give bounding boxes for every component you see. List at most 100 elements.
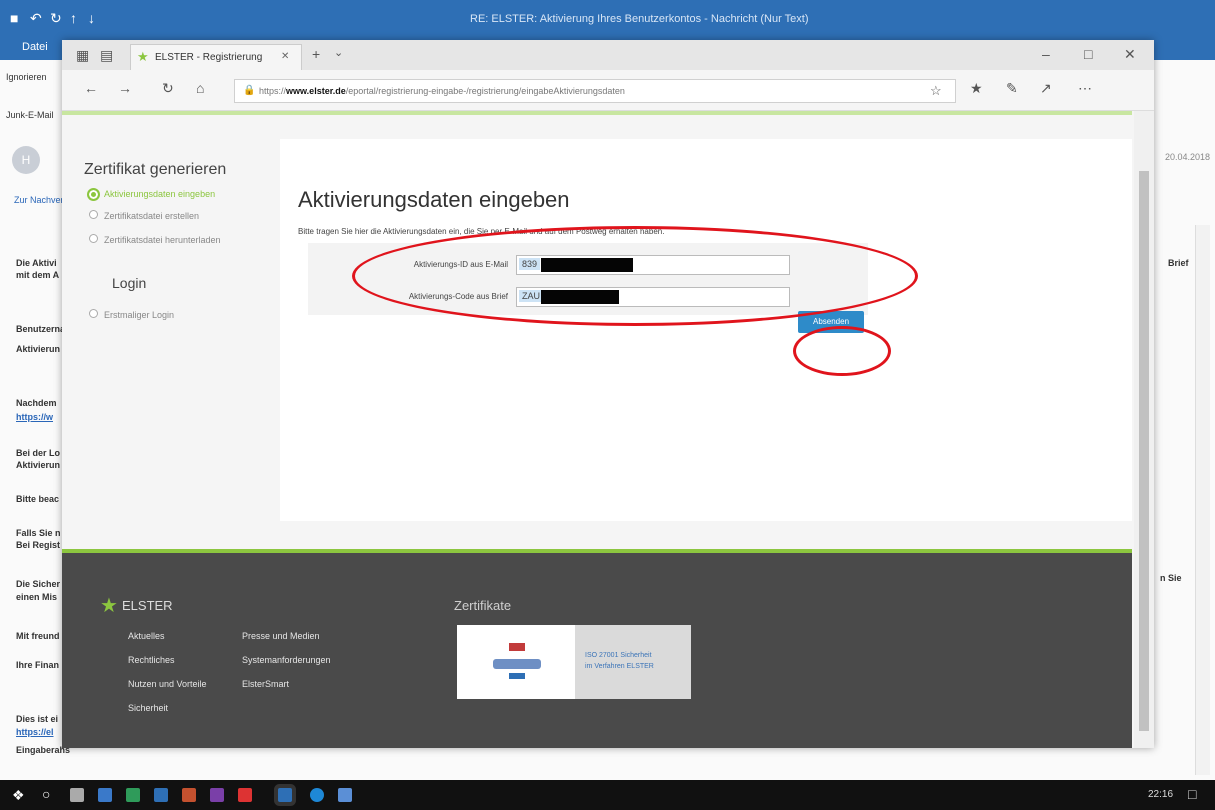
search-icon[interactable]: ○ [42,786,50,802]
excel-icon[interactable] [126,788,140,802]
tab-title: ELSTER - Registrierung [155,52,263,63]
body-text-line: mit dem A [16,270,60,280]
highlight-ellipse-fields [352,226,918,326]
file-tab[interactable]: Datei [22,41,48,53]
edge-icon[interactable] [310,788,324,802]
maximize-icon[interactable]: □ [1084,46,1092,62]
refresh-icon[interactable]: ↻ [50,10,62,27]
body-text-line: Bei Regist [16,540,61,550]
progress-nav: Zertifikat generieren Aktivierungsdaten … [72,131,282,431]
body-text-line: Ihre Finan [16,660,60,670]
tab-elster[interactable]: ★ ELSTER - Registrierung ✕ [130,44,302,71]
notes-icon[interactable]: ✎ [1006,80,1018,97]
undo-icon[interactable]: ↶ [30,10,42,27]
app-icon[interactable] [338,788,352,802]
certificates-title: Zertifikate [454,598,512,613]
notifications-icon[interactable]: □ [1188,786,1196,802]
close-window-icon[interactable]: ✕ [1124,46,1136,63]
minimize-icon[interactable]: – [1042,46,1050,62]
step-active-icon [87,188,100,201]
powerpoint-icon[interactable] [182,788,196,802]
tabs-aside-icon[interactable]: ▦ [76,47,89,64]
lock-icon: 🔒 [243,85,256,96]
windows-start-icon[interactable]: ❖ [12,787,25,804]
body-text-line: Bei der Lo [16,448,61,458]
url-field[interactable]: 🔒 https://www.elster.de/eportal/registri… [234,79,956,103]
ignore-button[interactable]: Ignorieren [6,72,47,82]
footer-link[interactable]: ElsterSmart [242,679,289,689]
footer-link[interactable]: Presse und Medien [242,631,320,641]
down-icon[interactable]: ↓ [88,10,95,26]
show-tabs-icon[interactable]: ▤ [100,47,113,64]
footer-link[interactable]: Sicherheit [128,703,168,713]
outlook-titlebar: ■ ↶ ↻ ↑ ↓ RE: ELSTER: Aktivierung Ihres … [0,0,1215,40]
nav-step-login: Erstmaliger Login [104,310,175,320]
body-text-line: Mit freund [16,631,60,641]
highlight-ellipse-button [793,326,891,376]
body-text-line: Benutzerna [16,324,66,334]
step-icon [89,210,98,219]
message-date: 20.04.2018 [1165,152,1211,162]
taskbar: ❖ ○ 22:16 □ [0,780,1215,810]
onenote-icon[interactable] [210,788,224,802]
footer: ★ ELSTER Aktuelles Rechtliches Nutzen un… [62,549,1132,748]
outlook-icon[interactable] [278,788,292,802]
body-text-line[interactable]: https://w [16,412,53,422]
app-icon[interactable] [98,788,112,802]
save-icon[interactable]: ■ [10,10,18,26]
refresh-icon[interactable]: ↻ [162,80,174,97]
clock[interactable]: 22:16 [1148,789,1173,800]
new-tab-icon[interactable]: + [312,46,320,62]
share-icon[interactable]: ↗ [1040,80,1052,97]
footer-link[interactable]: Systemanforderungen [242,655,331,665]
nav-step-download: Zertifikatsdatei herunterladen [104,235,221,245]
browser-window: ▦ ▤ ★ ELSTER - Registrierung ✕ + ⌄ – □ ✕… [62,40,1154,748]
certificate-text: ISO 27001 Sicherheit [585,652,652,659]
scrollbar-thumb[interactable] [1139,171,1149,731]
app-icon[interactable] [238,788,252,802]
body-text-line: Aktivierun [16,460,61,470]
body-text-line: Aktivierun [16,344,61,354]
body-text-right: Brief [1168,258,1189,268]
body-text-line[interactable]: https://el [16,727,54,737]
nav-step-activation: Aktivierungsdaten eingeben [104,189,216,199]
url-domain: www.elster.de [286,86,346,96]
word-icon[interactable] [154,788,168,802]
page-title: Aktivierungsdaten eingeben [298,187,570,212]
body-text-line: Nachdem [16,398,57,408]
nav-section-title: Zertifikat generieren [84,161,227,178]
elster-star-icon: ★ [100,595,118,617]
favorite-star-icon[interactable]: ☆ [930,83,942,99]
elster-star-icon: ★ [137,49,149,64]
footer-link[interactable]: Aktuelles [128,631,165,641]
more-icon[interactable]: ⋯ [1078,80,1092,97]
page-scrollbar[interactable] [1134,111,1154,748]
body-text-line: Die Sicher [16,579,61,589]
outlook-window-title: RE: ELSTER: Aktivierung Ihres Benutzerko… [470,13,809,25]
step-icon [89,234,98,243]
footer-brand: ELSTER [122,598,173,613]
form-card: Aktivierungsdaten eingeben Bitte tragen … [280,139,1132,521]
page-content: Zertifikat generieren Aktivierungsdaten … [62,111,1154,748]
home-icon[interactable]: ⌂ [196,80,204,96]
chevron-down-icon[interactable]: ⌄ [334,46,343,59]
body-text-line: einen Mis [16,592,58,602]
outlook-scrollbar[interactable] [1195,225,1210,775]
footer-link[interactable]: Nutzen und Vorteile [128,679,207,689]
up-icon[interactable]: ↑ [70,10,77,26]
forward-icon[interactable]: → [118,80,132,96]
favorites-icon[interactable]: ★ [970,80,983,97]
back-icon[interactable]: ← [84,80,98,96]
certificate-badge[interactable]: ISO 27001 Sicherheit im Verfahren ELSTER [457,625,691,699]
close-tab-icon[interactable]: ✕ [281,51,289,62]
footer-link[interactable]: Rechtliches [128,655,175,665]
body-text-line: Falls Sie n [16,528,61,538]
url-prefix: https:// [259,86,287,96]
certificate-seal-icon [487,641,547,683]
url-path: /eportal/registrierung-eingabe-/registri… [345,86,625,96]
junk-button[interactable]: Junk-E-Mail [6,110,54,120]
step-icon [89,309,98,318]
tab-bar: ▦ ▤ ★ ELSTER - Registrierung ✕ + ⌄ – □ ✕ [62,40,1154,71]
nav-step-create: Zertifikatsdatei erstellen [104,211,200,221]
taskview-icon[interactable] [70,788,84,802]
